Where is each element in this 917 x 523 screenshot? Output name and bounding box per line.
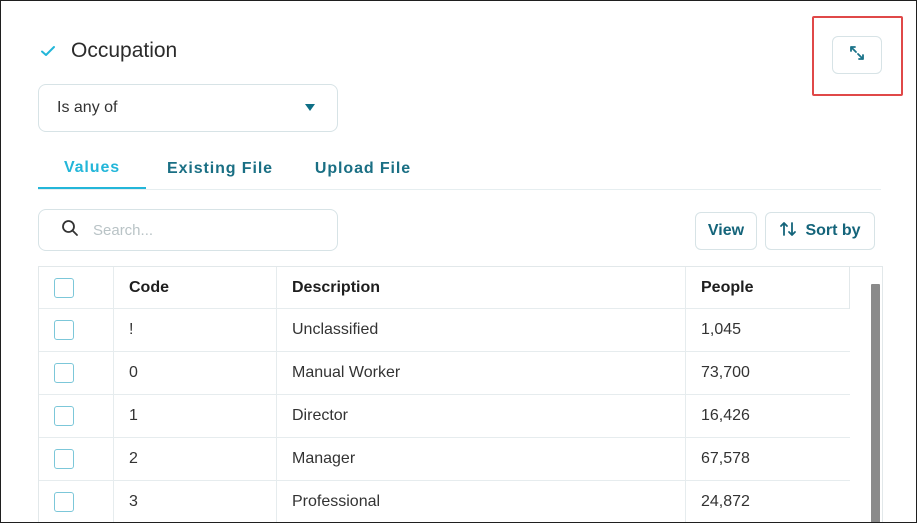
cell-code: 1 (113, 395, 277, 437)
cell-code: 0 (113, 352, 277, 394)
row-checkbox-cell (54, 309, 74, 351)
cell-people: 1,045 (685, 309, 849, 351)
row-checkbox-cell (54, 438, 74, 480)
view-button[interactable]: View (695, 212, 757, 250)
filter-panel: Occupation Is any of Values Existing Fil… (0, 0, 917, 523)
row-checkbox-cell (54, 481, 74, 522)
cell-description: Director (276, 395, 686, 437)
tab-upload-file[interactable]: Upload File (302, 149, 424, 189)
cell-people: 24,872 (685, 481, 849, 522)
cell-code: ! (113, 309, 277, 351)
table-row[interactable]: 0 Manual Worker 73,700 (39, 352, 850, 395)
table-scrollbar[interactable] (871, 284, 880, 522)
sort-icon (779, 220, 797, 243)
cell-description: Unclassified (276, 309, 686, 351)
operator-select[interactable]: Is any of (38, 84, 338, 132)
cell-description: Manual Worker (276, 352, 686, 394)
cell-code: 2 (113, 438, 277, 480)
caret-down-icon (305, 104, 315, 111)
column-header-people[interactable]: People (685, 267, 849, 308)
filter-header: Occupation (39, 39, 177, 63)
cell-description: Manager (276, 438, 686, 480)
select-all-checkbox[interactable] (54, 277, 74, 298)
expand-button[interactable] (832, 36, 882, 74)
search-input[interactable] (93, 221, 303, 239)
tab-existing-file[interactable]: Existing File (154, 149, 286, 189)
tab-values[interactable]: Values (38, 149, 146, 189)
source-tabs: Values Existing File Upload File (38, 149, 881, 190)
table-row[interactable]: ! Unclassified 1,045 (39, 309, 850, 352)
cell-people: 73,700 (685, 352, 849, 394)
row-checkbox[interactable] (54, 492, 74, 512)
check-icon (39, 42, 57, 60)
filter-title: Occupation (71, 39, 178, 62)
sort-button-label: Sort by (805, 222, 861, 239)
column-header-description[interactable]: Description (276, 267, 686, 308)
row-checkbox[interactable] (54, 320, 74, 340)
expand-icon (848, 44, 866, 67)
sort-button[interactable]: Sort by (765, 212, 875, 250)
row-checkbox[interactable] (54, 363, 74, 383)
row-checkbox-cell (54, 395, 74, 437)
search-box (38, 209, 338, 251)
table-row[interactable]: 2 Manager 67,578 (39, 438, 850, 481)
table-row[interactable]: 3 Professional 24,872 (39, 481, 850, 522)
row-checkbox[interactable] (54, 406, 74, 426)
row-checkbox[interactable] (54, 449, 74, 469)
values-table: Code Description People ! Unclassified 1… (38, 266, 883, 522)
cell-people: 67,578 (685, 438, 849, 480)
cell-code: 3 (113, 481, 277, 522)
table-row[interactable]: 1 Director 16,426 (39, 395, 850, 438)
search-icon (61, 219, 79, 242)
row-checkbox-cell (54, 352, 74, 394)
select-all-cell (54, 267, 74, 308)
cell-description: Professional (276, 481, 686, 522)
column-header-code[interactable]: Code (113, 267, 277, 308)
view-button-label: View (707, 222, 745, 239)
table-header-row: Code Description People (39, 267, 850, 309)
cell-people: 16,426 (685, 395, 849, 437)
operator-value: Is any of (57, 99, 118, 116)
